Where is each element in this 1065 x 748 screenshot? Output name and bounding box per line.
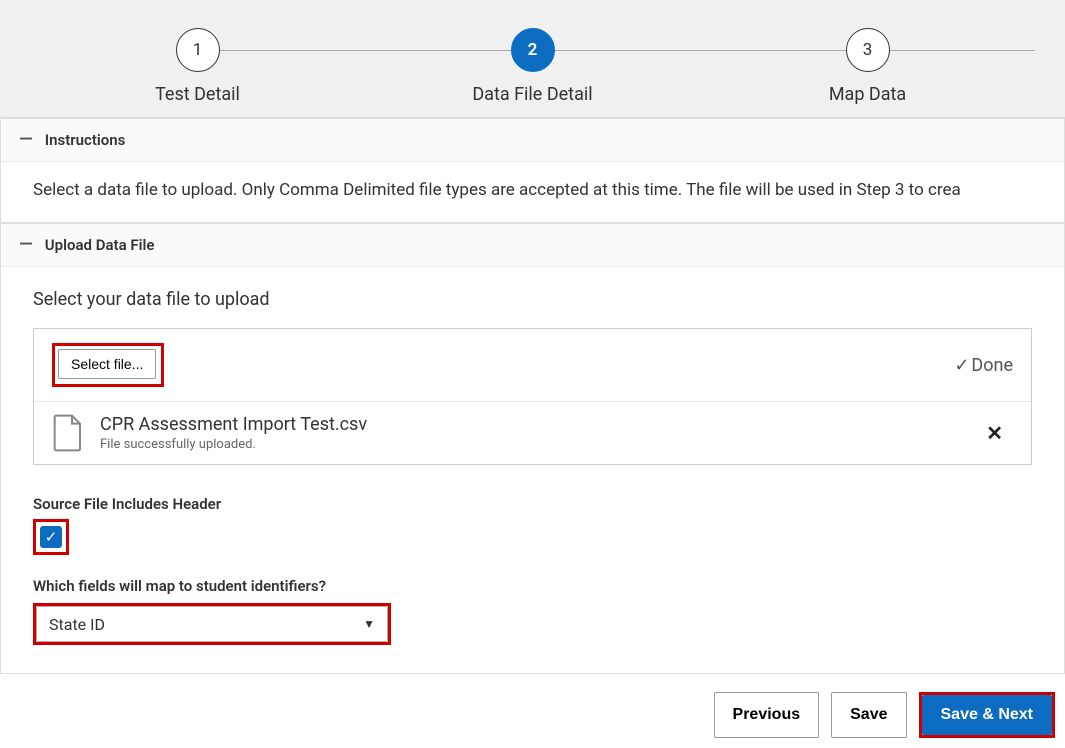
remove-file-button[interactable]: ✕ (976, 415, 1013, 451)
highlight-checkbox: ✓ (33, 519, 69, 555)
step-data-file-detail[interactable]: 2 Data File Detail (365, 28, 700, 105)
previous-button[interactable]: Previous (714, 692, 820, 738)
file-status: File successfully uploaded. (100, 437, 976, 452)
step-connector (889, 50, 1035, 51)
file-info: CPR Assessment Import Test.csv File succ… (100, 414, 976, 452)
step-number: 1 (176, 28, 220, 72)
collapse-icon: — (19, 236, 33, 254)
select-value: State ID (49, 615, 105, 634)
step-label: Data File Detail (472, 84, 592, 105)
step-map-data[interactable]: 3 Map Data (700, 28, 1035, 105)
checkmark-icon: ✓ (45, 528, 58, 546)
file-icon (52, 414, 84, 452)
footer-actions: Previous Save Save & Next (0, 674, 1065, 748)
instructions-section: — Instructions Select a data file to upl… (0, 118, 1065, 223)
highlight-select: State ID ▼ (33, 603, 391, 645)
step-number: 3 (846, 28, 890, 72)
stepper: 1 Test Detail 2 Data File Detail 3 Map D… (30, 28, 1035, 105)
step-number: 2 (511, 28, 555, 72)
upload-box: Select file... ✓ Done CPR Assessment Imp… (33, 328, 1032, 465)
step-connector (219, 50, 510, 51)
step-connector (555, 50, 846, 51)
file-row: CPR Assessment Import Test.csv File succ… (34, 401, 1031, 464)
highlight-select-file: Select file... (52, 343, 164, 387)
instructions-header[interactable]: — Instructions (1, 119, 1064, 162)
section-title: Instructions (45, 131, 126, 149)
step-label: Test Detail (155, 84, 240, 105)
instructions-body: Select a data file to upload. Only Comma… (1, 162, 1064, 222)
step-label: Map Data (829, 84, 906, 105)
upload-body: Select your data file to upload Select f… (1, 267, 1064, 673)
upload-header[interactable]: — Upload Data File (1, 224, 1064, 267)
checkmark-icon: ✓ (954, 355, 969, 376)
chevron-down-icon: ▼ (363, 617, 375, 631)
map-question-label: Which fields will map to student identif… (33, 577, 1032, 595)
file-name: CPR Assessment Import Test.csv (100, 414, 976, 435)
upload-top-row: Select file... ✓ Done (34, 329, 1031, 401)
upload-prompt: Select your data file to upload (33, 289, 1032, 310)
collapse-icon: — (19, 131, 33, 149)
upload-section: — Upload Data File Select your data file… (0, 223, 1065, 674)
identifier-select[interactable]: State ID ▼ (36, 606, 388, 642)
step-test-detail[interactable]: 1 Test Detail (30, 28, 365, 105)
header-checkbox-label: Source File Includes Header (33, 495, 1032, 513)
section-title: Upload Data File (45, 236, 155, 254)
stepper-region: 1 Test Detail 2 Data File Detail 3 Map D… (0, 0, 1065, 118)
header-checkbox[interactable]: ✓ (40, 526, 62, 548)
select-file-button[interactable]: Select file... (58, 349, 156, 379)
highlight-save-next: Save & Next (919, 692, 1056, 738)
save-button[interactable]: Save (831, 692, 906, 738)
upload-done-status: ✓ Done (954, 355, 1013, 376)
save-next-button[interactable]: Save & Next (922, 695, 1053, 735)
done-label: Done (971, 355, 1013, 376)
